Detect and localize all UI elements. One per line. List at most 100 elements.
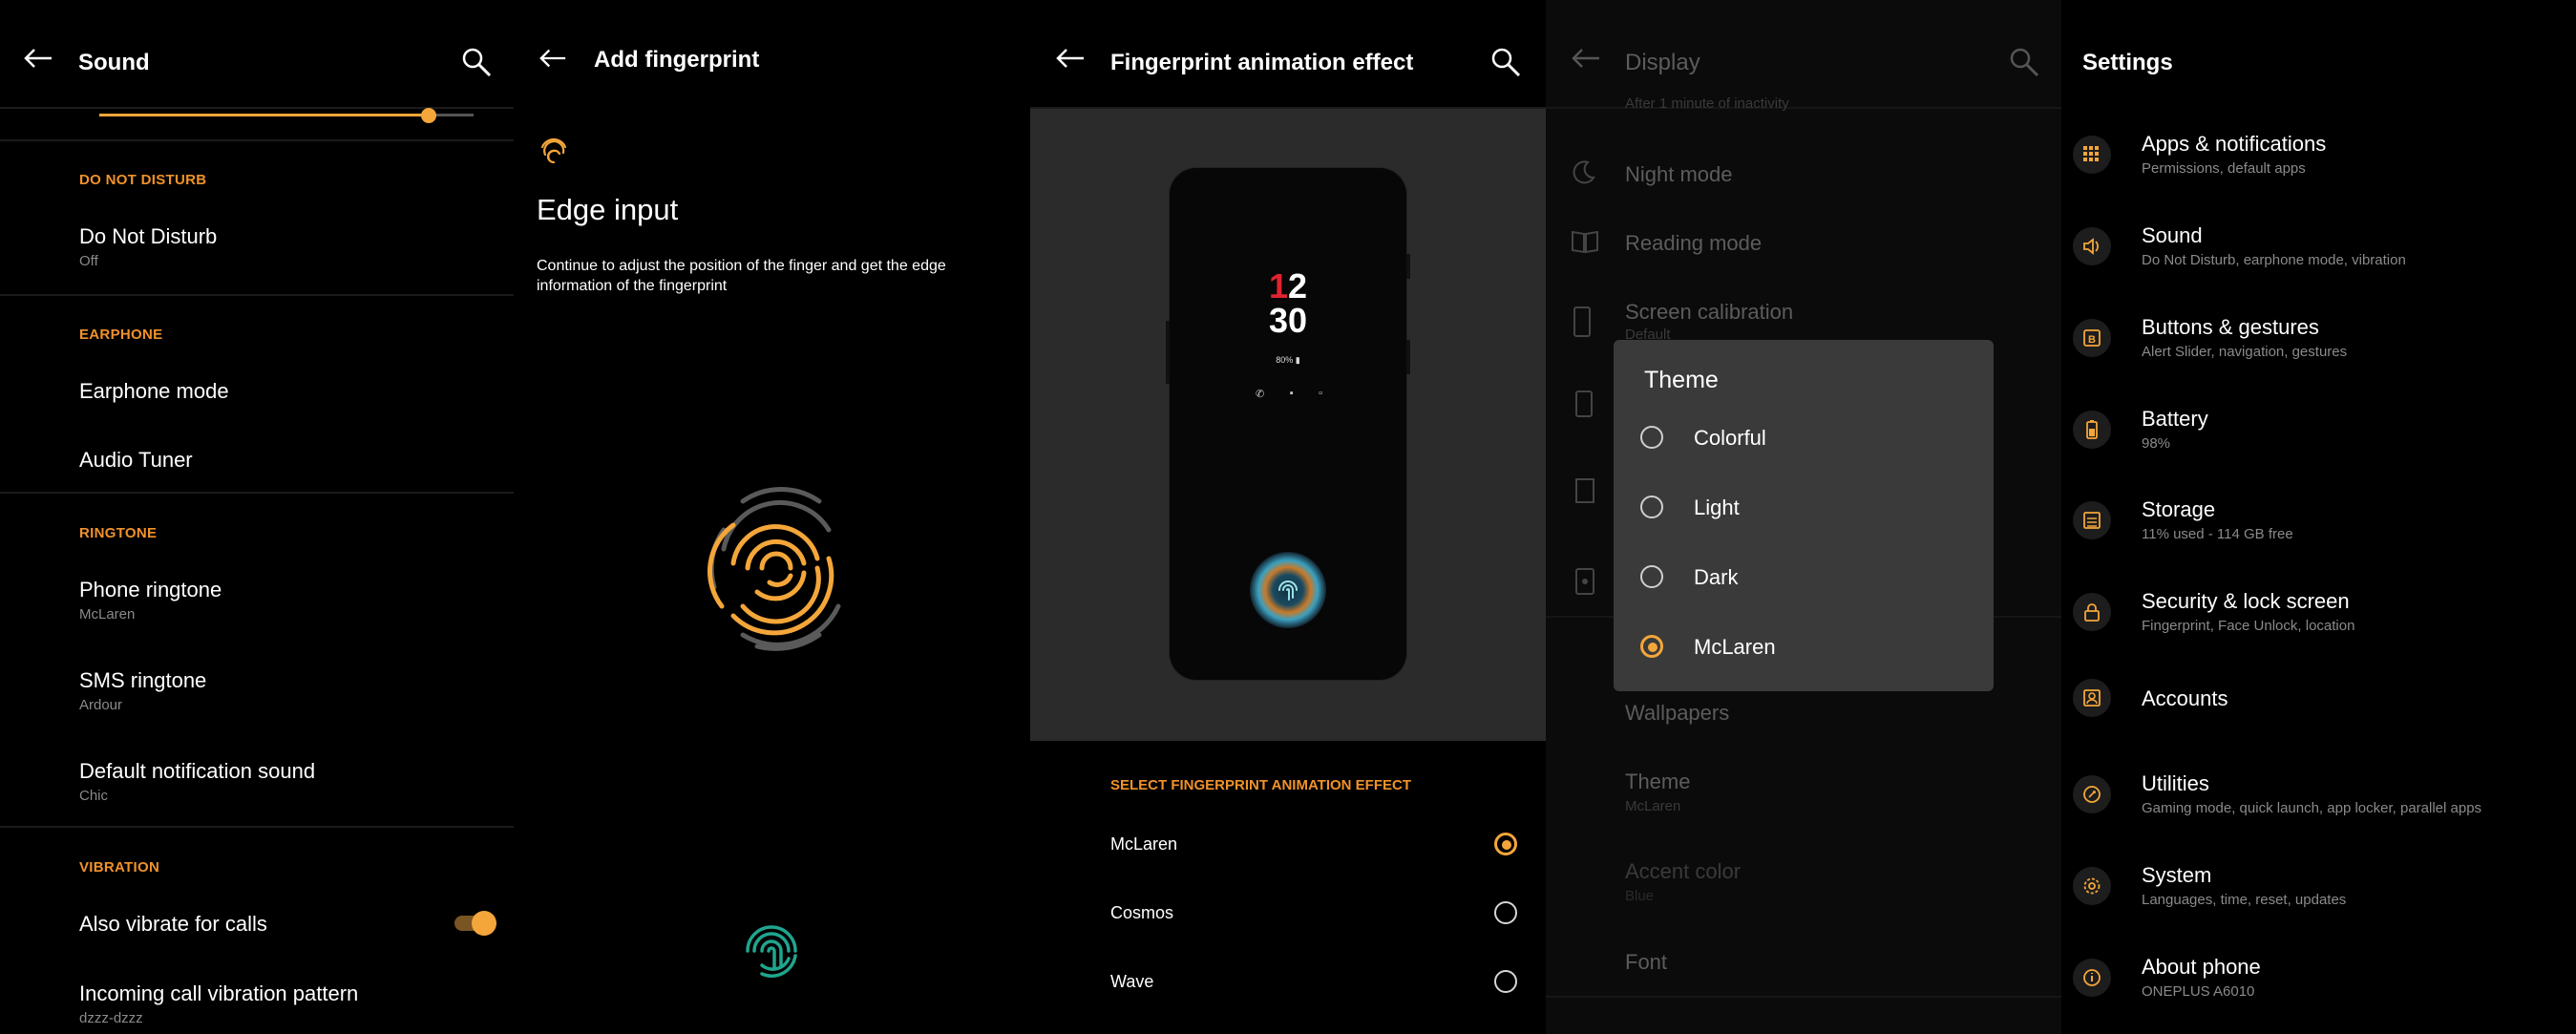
speaker-icon (2073, 227, 2111, 265)
night-mode-item[interactable]: Night mode (1625, 162, 1733, 187)
fingerprint-panel: Add fingerprint Edge input Continue to a… (514, 0, 1030, 1034)
phone-icon: ✆ (1256, 389, 1265, 400)
apps-icon (2073, 136, 2111, 174)
phone-side-button (1406, 340, 1410, 374)
settings-item-sub: 98% (2142, 435, 2171, 452)
back-arrow-icon[interactable] (1055, 48, 1086, 69)
option-label: Cosmos (1110, 903, 1174, 922)
accent-color-sub: Blue (1625, 888, 1655, 904)
back-arrow-icon[interactable] (23, 48, 53, 69)
option-label: Colorful (1694, 426, 1766, 450)
phone-mockup: 12 30 80% ▮ ✆ ▪ ▫ (1166, 168, 1410, 680)
sound-topbar: Sound (0, 0, 514, 109)
settings-item[interactable]: Accounts (2061, 671, 2576, 751)
settings-item[interactable]: System Languages, time, reset, updates (2061, 854, 2576, 934)
moon-icon (1573, 160, 1595, 184)
clock-hour-digit-2: 2 (1288, 266, 1308, 306)
fingerprint-sensor-icon[interactable] (733, 913, 810, 989)
display-topbar: Display (1546, 0, 2061, 109)
reading-mode-item[interactable]: Reading mode (1625, 231, 1762, 256)
settings-item[interactable]: Utilities Gaming mode, quick launch, app … (2061, 762, 2576, 842)
radio-button[interactable] (1640, 496, 1663, 518)
vibration-pattern-title: Incoming call vibration pattern (79, 981, 359, 1005)
notification-sound-title: Default notification sound (79, 759, 316, 783)
back-arrow-icon[interactable] (1571, 48, 1601, 69)
vibrate-calls-title: Also vibrate for calls (79, 912, 267, 936)
fingerprint-icon (1278, 580, 1298, 601)
radio-button[interactable] (1640, 565, 1663, 588)
option-label: McLaren (1110, 834, 1178, 854)
volume-slider[interactable] (99, 107, 474, 126)
calibration-icon (1573, 306, 1591, 337)
settings-item-title: About phone (2142, 955, 2261, 979)
phone-ringtone-title: Phone ringtone (79, 578, 222, 601)
settings-item-sub: Alert Slider, navigation, gestures (2142, 344, 2348, 360)
radio-button[interactable] (1494, 833, 1517, 855)
settings-panel: Settings Apps & notifications Permissions… (2061, 0, 2576, 1034)
settings-item-title: Security & lock screen (2142, 589, 2350, 613)
settings-item[interactable]: Security & lock screen Fingerprint, Face … (2061, 580, 2576, 660)
settings-item[interactable]: Apps & notifications Permissions, default… (2061, 122, 2576, 202)
option-label: Dark (1694, 565, 1739, 589)
settings-item-title: Accounts (2142, 686, 2228, 710)
book-icon (1572, 230, 1598, 254)
settings-item-sub: 11% used - 114 GB free (2142, 526, 2293, 542)
animation-preview: 12 30 80% ▮ ✆ ▪ ▫ (1030, 109, 1546, 741)
sms-ringtone-sub: Ardour (79, 697, 123, 713)
earphone-mode-item[interactable]: Earphone mode (79, 379, 229, 404)
phone-side-button (1406, 254, 1410, 279)
settings-item-sub: Gaming mode, quick launch, app locker, p… (2142, 800, 2482, 816)
option-label: Wave (1110, 972, 1154, 991)
vibration-pattern-sub: dzzz-dzzz (79, 1010, 143, 1026)
accent-color-title: Accent color (1625, 859, 1742, 883)
settings-item[interactable]: Storage 11% used - 114 GB free (2061, 488, 2576, 568)
volume-thumb[interactable] (420, 108, 436, 123)
battery-value: 80% (1276, 355, 1294, 365)
option-label: McLaren (1694, 635, 1776, 659)
theme-title: Theme (1625, 770, 1691, 793)
sound-panel: Sound DO NOT DISTURB Do Not Disturb Off … (0, 0, 514, 1034)
vibrate-calls-toggle[interactable] (453, 911, 496, 936)
settings-item[interactable]: B Buttons & gestures Alert Slider, navigat… (2061, 306, 2576, 386)
radio-button[interactable] (1494, 970, 1517, 993)
radio-button[interactable] (1494, 901, 1517, 924)
search-icon[interactable] (460, 46, 493, 78)
message-icon: ▫ (1319, 388, 1322, 399)
dnd-sub: Off (79, 253, 98, 269)
settings-item[interactable]: Battery 98% (2061, 397, 2576, 477)
dnd-title: Do Not Disturb (79, 224, 218, 248)
settings-topbar: Settings (2061, 0, 2576, 107)
wallpapers-item[interactable]: Wallpapers (1625, 701, 1729, 726)
settings-item-title: Battery (2142, 407, 2208, 431)
info-icon (2073, 959, 2111, 997)
divider (1546, 996, 2061, 998)
phone-ringtone-sub: McLaren (79, 606, 136, 623)
search-icon[interactable] (1489, 46, 1522, 78)
divider (0, 492, 514, 494)
display-panel: Display After 1 minute of inactivity Nig… (1546, 0, 2061, 1034)
settings-item-title: Buttons & gestures (2142, 315, 2319, 339)
page-title: Add fingerprint (594, 47, 760, 73)
font-item[interactable]: Font (1625, 950, 1667, 975)
settings-item[interactable]: Sound Do Not Disturb, earphone mode, vibr… (2061, 214, 2576, 294)
svg-text:B: B (2088, 334, 2096, 346)
settings-item-sub: Permissions, default apps (2142, 160, 2306, 177)
page-title: Settings (2082, 50, 2173, 75)
fingerprint-description: Continue to adjust the position of the f… (537, 258, 946, 294)
settings-item-sub: Do Not Disturb, earphone mode, vibration (2142, 252, 2406, 268)
section-header-dnd: DO NOT DISTURB (79, 172, 207, 188)
animation-topbar: Fingerprint animation effect (1030, 0, 1546, 109)
gear-icon (2073, 867, 2111, 905)
fingerprint-topbar: Add fingerprint (514, 0, 1030, 107)
settings-item-title: Storage (2142, 497, 2216, 521)
settings-item[interactable]: About phone ONEPLUS A6010 (2061, 945, 2576, 1025)
animation-panel: Fingerprint animation effect 12 30 80% ▮… (1030, 0, 1546, 1034)
radio-button[interactable] (1640, 426, 1663, 449)
divider (0, 826, 514, 828)
audio-tuner-item[interactable]: Audio Tuner (79, 448, 193, 473)
search-icon[interactable] (2008, 46, 2040, 78)
back-arrow-icon[interactable] (538, 48, 567, 69)
radio-button[interactable] (1640, 635, 1663, 658)
settings-item-title: System (2142, 863, 2212, 887)
divider (0, 294, 514, 296)
